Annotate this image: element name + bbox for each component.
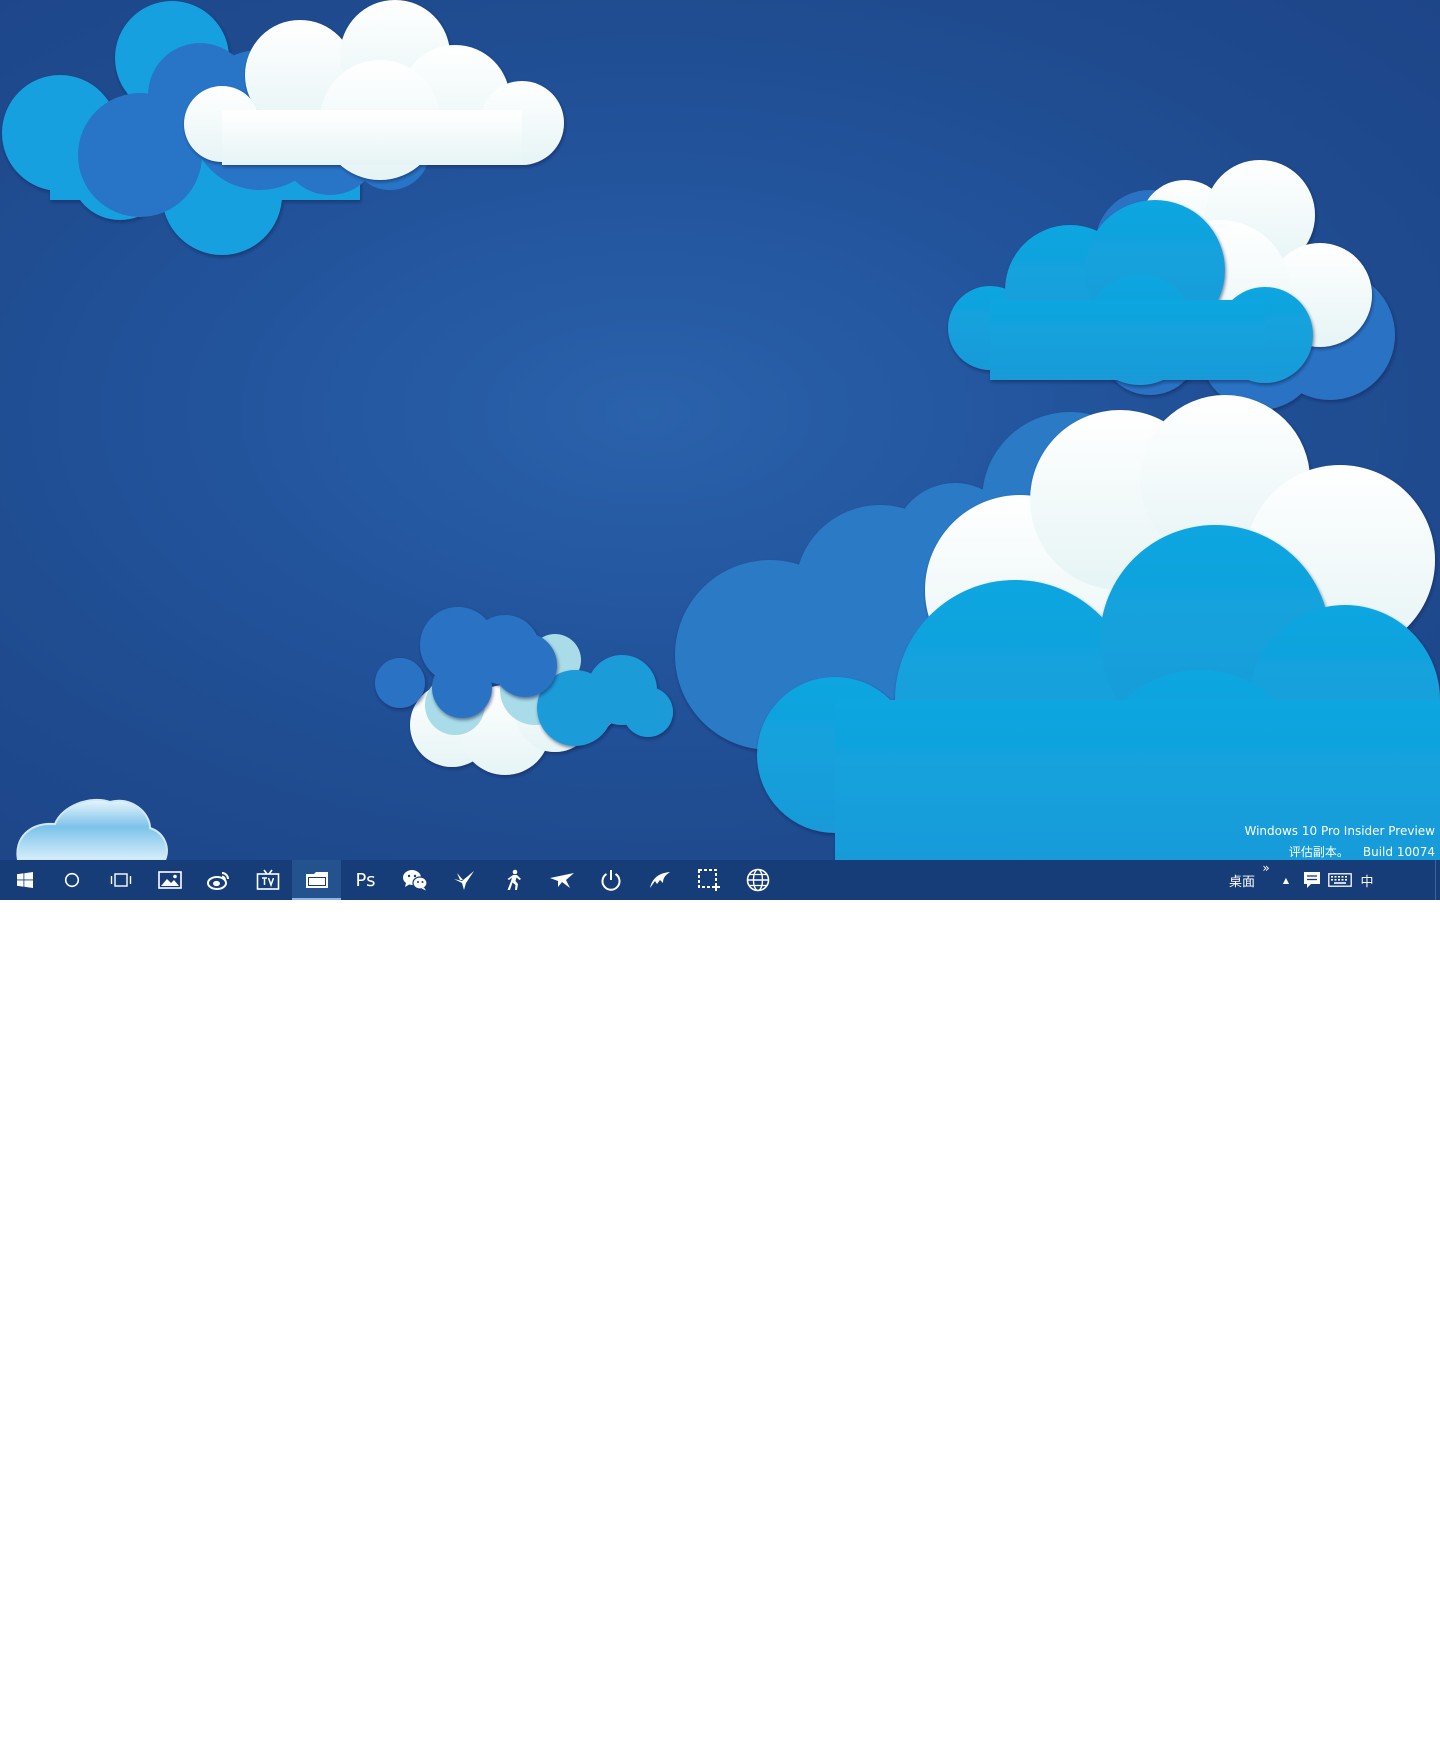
- taskbar: Ps 桌面 » ▲ 中 22:02 15.5.16: [0, 860, 1440, 1756]
- taskbar-app-photoshop[interactable]: Ps: [341, 860, 390, 900]
- taskbar-app-wechat[interactable]: [390, 860, 439, 900]
- start-button[interactable]: [0, 860, 49, 900]
- taskbar-app-shark[interactable]: [635, 860, 684, 900]
- watermark-edition: Windows 10 Pro Insider Preview: [1244, 824, 1435, 838]
- chevron-double-right-icon: »: [1262, 861, 1270, 875]
- cloud-right-middle: [948, 160, 1395, 410]
- watermark-build: 评估副本。 Build 10074: [1244, 842, 1435, 860]
- snip-icon: [697, 869, 720, 891]
- taskbar-app-tv[interactable]: [243, 860, 292, 900]
- photos-icon: [157, 871, 182, 889]
- plane-icon: [549, 873, 574, 888]
- cloud-bottom-right: [675, 395, 1440, 860]
- folder-icon: [305, 872, 328, 888]
- desktop[interactable]: Windows 10 Pro Insider Preview 评估副本。 Buil…: [0, 0, 1440, 860]
- input-method-button[interactable]: 中: [1357, 860, 1377, 900]
- taskbar-app-photos[interactable]: [145, 860, 194, 900]
- touch-keyboard-button[interactable]: [1327, 860, 1353, 900]
- desktop-toolbar[interactable]: 桌面: [1224, 860, 1260, 900]
- taskbar-app-weibo[interactable]: [194, 860, 243, 900]
- clock-time: 22:02: [1388, 1724, 1424, 1738]
- taskbar-app-browser[interactable]: [733, 860, 782, 900]
- cloud-center-small: [375, 607, 673, 775]
- taskbar-app-plane[interactable]: [537, 860, 586, 900]
- task-view-icon: [110, 873, 131, 887]
- watermark-eval-copy: 评估副本。: [1288, 845, 1349, 859]
- photoshop-label: Ps: [355, 869, 376, 891]
- task-view-button[interactable]: [96, 860, 145, 900]
- clock-date: 15.5.16: [1383, 1742, 1429, 1756]
- taskbar-app-power[interactable]: [586, 860, 635, 900]
- taskbar-app-file-explorer[interactable]: [292, 860, 341, 900]
- desktop-toolbar-label: 桌面: [1228, 874, 1255, 890]
- show-hidden-icons-button[interactable]: ▲: [1278, 860, 1294, 900]
- taskbar-app-bird[interactable]: [439, 860, 488, 900]
- power-icon: [601, 870, 620, 891]
- taskbar-app-counter-strike[interactable]: [488, 860, 537, 900]
- cortana-circle-icon: [64, 872, 79, 888]
- tv-icon: [256, 869, 279, 890]
- action-center-button[interactable]: [1300, 860, 1324, 900]
- chevron-up-icon: ▲: [1282, 875, 1290, 885]
- cloud-bottom-left-small: [16, 798, 168, 860]
- keyboard-icon: [1328, 873, 1352, 887]
- cloud-wallpaper: [2, 0, 1440, 860]
- watermark-build-number: Build 10074: [1362, 845, 1435, 859]
- bird-icon: [453, 871, 474, 890]
- search-button[interactable]: [47, 860, 96, 900]
- wechat-icon: [402, 870, 428, 891]
- cloud-top-left: [2, 0, 564, 255]
- ime-label: 中: [1360, 874, 1374, 890]
- clock[interactable]: 22:02 15.5.16: [1380, 1722, 1432, 1758]
- taskbar-app-snipping-tool[interactable]: [684, 860, 733, 900]
- windows-logo-icon: [16, 872, 33, 888]
- runner-icon: [507, 869, 521, 890]
- windows-watermark: Windows 10 Pro Insider Preview 评估副本。 Buil…: [1244, 821, 1435, 860]
- globe-icon: [746, 868, 769, 892]
- show-desktop-button[interactable]: [1435, 860, 1440, 900]
- shark-icon: [649, 872, 670, 888]
- notification-icon: [1304, 872, 1320, 888]
- toolbar-overflow-button[interactable]: »: [1259, 860, 1273, 901]
- weibo-icon: [206, 872, 229, 890]
